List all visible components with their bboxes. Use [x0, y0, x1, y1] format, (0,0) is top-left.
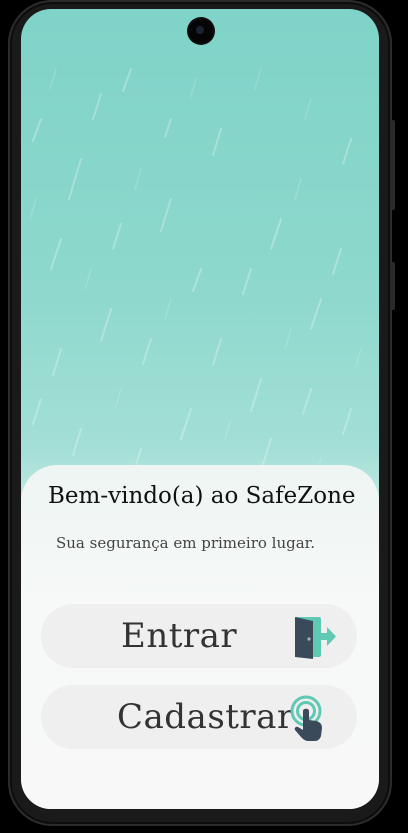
- login-button[interactable]: Entrar: [41, 604, 357, 668]
- welcome-panel: Bem-vindo(a) ao SafeZone Sua segurança e…: [21, 465, 379, 809]
- volume-button: [390, 262, 395, 310]
- welcome-title: Bem-vindo(a) ao SafeZone: [48, 483, 356, 509]
- power-button: [390, 120, 395, 210]
- register-button-label: Cadastrar: [117, 697, 294, 737]
- tap-finger-icon: [290, 695, 322, 741]
- app-screen: Bem-vindo(a) ao SafeZone Sua segurança e…: [21, 9, 379, 809]
- front-camera: [189, 19, 213, 43]
- login-button-label: Entrar: [121, 616, 238, 656]
- door-exit-icon: [295, 617, 336, 659]
- register-button[interactable]: Cadastrar: [41, 685, 357, 749]
- rain-background: [29, 68, 362, 500]
- welcome-subtitle: Sua segurança em primeiro lugar.: [56, 534, 315, 552]
